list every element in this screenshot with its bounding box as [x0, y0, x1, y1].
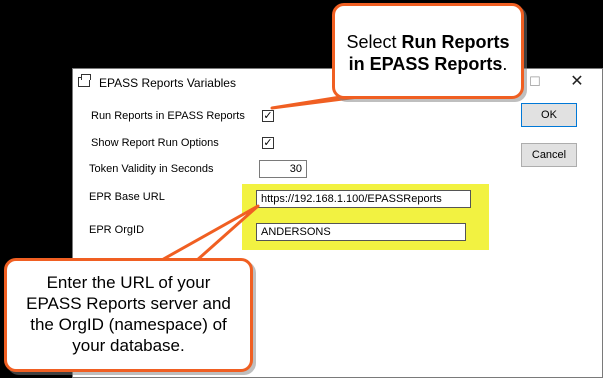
maximize-icon[interactable]: ☐ [525, 73, 545, 91]
cancel-button[interactable]: Cancel [521, 143, 577, 167]
bottom-callout-line-4: your database. [72, 336, 185, 355]
dialog-title: EPASS Reports Variables [99, 76, 236, 90]
base-url-label: EPR Base URL [89, 191, 165, 203]
orgid-input[interactable]: ANDERSONS [256, 223, 466, 241]
bottom-callout-line-2: EPASS Reports server and [26, 294, 231, 313]
bottom-callout: Enter the URL of your EPASS Reports serv… [4, 258, 253, 372]
token-validity-label: Token Validity in Seconds [89, 163, 214, 175]
show-options-checkbox[interactable]: ✓ [262, 137, 274, 149]
close-icon[interactable]: ✕ [567, 73, 587, 91]
bottom-callout-line-3: the OrgID (namespace) of [30, 315, 227, 334]
top-callout-bold-2: in EPASS Reports [348, 54, 503, 74]
orgid-label: EPR OrgID [89, 224, 145, 236]
token-validity-input[interactable]: 30 [259, 160, 307, 178]
run-reports-checkbox[interactable]: ✓ [262, 110, 274, 122]
bottom-callout-line-1: Enter the URL of your [46, 273, 211, 292]
base-url-input[interactable]: https://192.168.1.100/EPASSReports [256, 190, 471, 208]
run-reports-label: Run Reports in EPASS Reports [91, 110, 245, 122]
ok-button[interactable]: OK [521, 103, 577, 127]
app-icon [78, 74, 91, 87]
top-callout: Select Run Reports in EPASS Reports. [332, 3, 524, 99]
show-options-label: Show Report Run Options [91, 137, 219, 149]
top-callout-suffix: . [502, 54, 508, 74]
top-callout-bold-1: Run Reports [401, 32, 510, 52]
top-callout-prefix: Select [346, 32, 402, 52]
